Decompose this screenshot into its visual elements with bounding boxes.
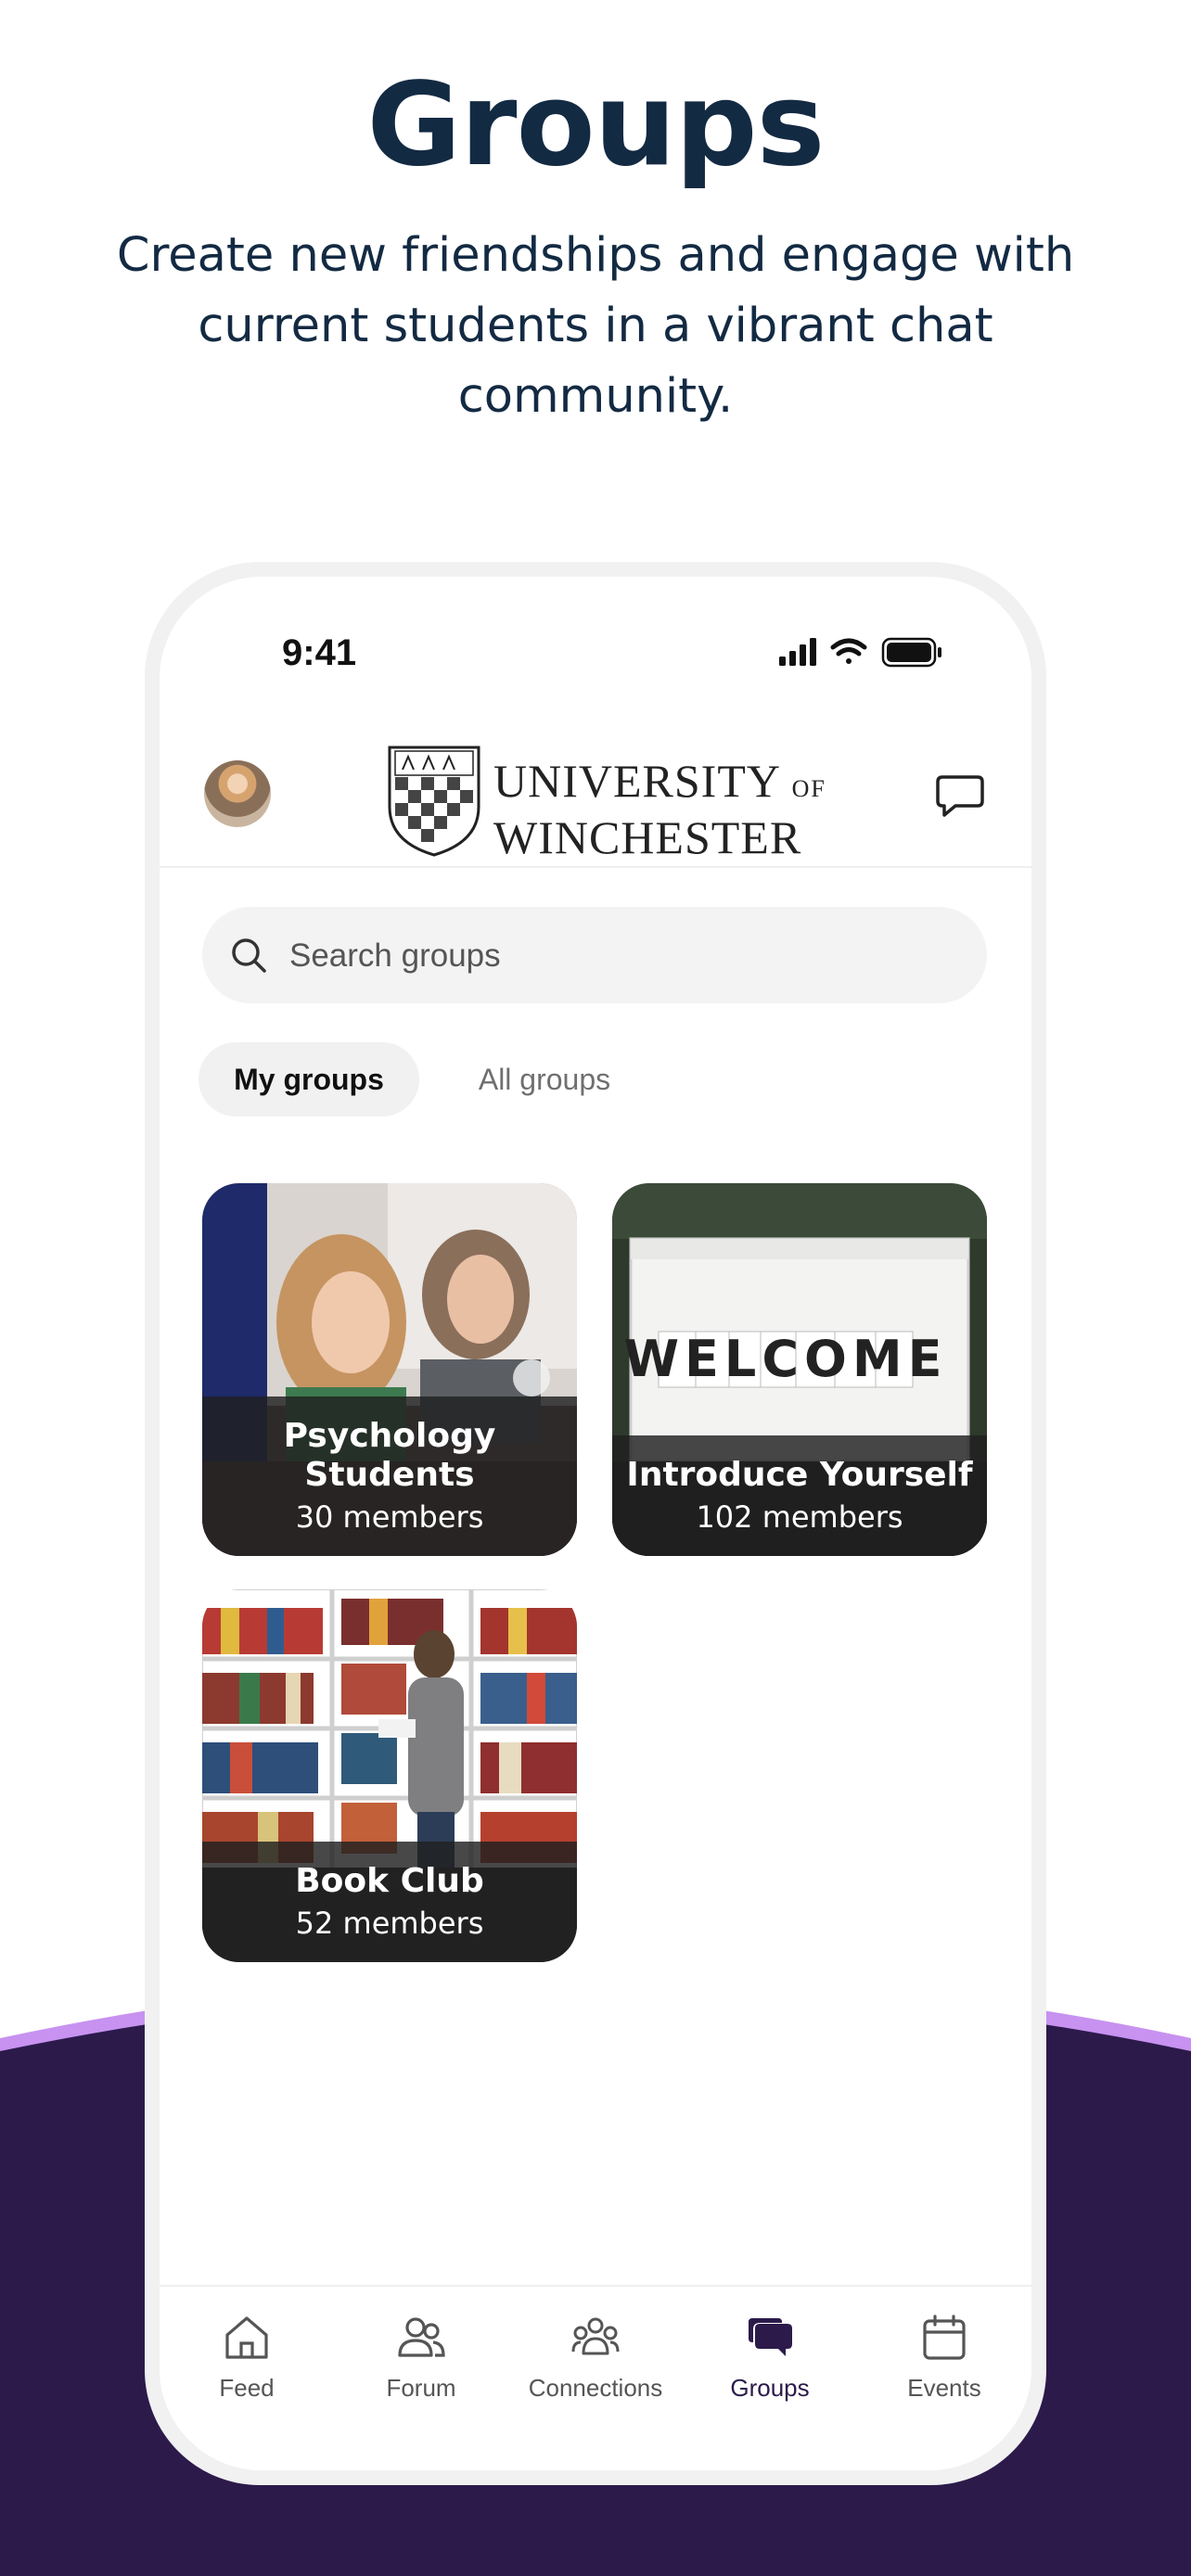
- chat-bubbles-icon: [749, 2318, 792, 2356]
- search-input[interactable]: [288, 927, 959, 985]
- wifi-icon: [830, 638, 867, 664]
- search-icon: [232, 938, 266, 973]
- phone-screen: 9:41 UNIVERSITY OF WINCHESTER Search gro…: [160, 577, 1031, 2470]
- welcome-sign-text: WELCOME: [623, 1330, 947, 1388]
- group-title: Introduce Yourself: [626, 1456, 973, 1494]
- group-card-overlay: Psychology Students 30 members: [202, 1396, 577, 1556]
- tab-all-groups[interactable]: All groups: [438, 1042, 651, 1116]
- group-card-overlay: Book Club 52 members: [202, 1842, 577, 1962]
- nav-label: Feed: [219, 2374, 275, 2402]
- group-card-book-club[interactable]: Book Club 52 members: [202, 1589, 577, 1962]
- home-icon: [225, 2316, 268, 2359]
- phone-frame: 9:41 UNIVERSITY OF WINCHESTER Search gro…: [145, 562, 1046, 2485]
- promo-subtitle: Create new friendships and engage with c…: [116, 228, 1075, 424]
- tab-my-groups[interactable]: My groups: [198, 1042, 419, 1116]
- app-header: UNIVERSITY OF WINCHESTER: [160, 725, 1031, 868]
- group-title: Book Club: [295, 1862, 484, 1900]
- people-icon: [398, 2317, 445, 2357]
- university-logo-text: UNIVERSITY OF WINCHESTER: [493, 755, 826, 863]
- nav-connections[interactable]: Connections: [508, 2313, 683, 2403]
- nav-feed[interactable]: Feed: [160, 2313, 334, 2403]
- calendar-icon: [923, 2315, 966, 2360]
- profile-avatar[interactable]: [204, 760, 271, 827]
- group-member-count: 52 members: [295, 1906, 484, 1941]
- battery-icon: [881, 637, 941, 668]
- messages-icon[interactable]: [935, 773, 985, 820]
- status-time: 9:41: [282, 632, 357, 673]
- group-member-count: 30 members: [295, 1499, 484, 1535]
- status-icons: [779, 637, 941, 668]
- group-card-introduce-yourself[interactable]: WELCOME Introduce Yourself 102 members: [612, 1183, 987, 1556]
- promo-title: Groups: [366, 58, 826, 192]
- search-bar[interactable]: [202, 907, 987, 1003]
- group-member-count: 102 members: [696, 1499, 903, 1535]
- university-crest-icon: [388, 746, 480, 857]
- group-title: Psychology Students: [283, 1417, 496, 1494]
- nav-label: Connections: [528, 2374, 663, 2402]
- group-card-psychology-students[interactable]: Psychology Students 30 members: [202, 1183, 577, 1556]
- group-card-overlay: Introduce Yourself 102 members: [612, 1435, 987, 1556]
- bottom-tab-bar: Feed Forum Connections Groups Events: [160, 2285, 1031, 2470]
- nav-label: Events: [907, 2374, 981, 2402]
- nav-forum[interactable]: Forum: [334, 2313, 508, 2403]
- connections-icon: [571, 2317, 620, 2355]
- nav-groups[interactable]: Groups: [683, 2313, 857, 2403]
- nav-events[interactable]: Events: [857, 2313, 1031, 2403]
- nav-label: Forum: [386, 2374, 456, 2402]
- signal-icon: [779, 638, 816, 666]
- nav-label: Groups: [730, 2374, 810, 2402]
